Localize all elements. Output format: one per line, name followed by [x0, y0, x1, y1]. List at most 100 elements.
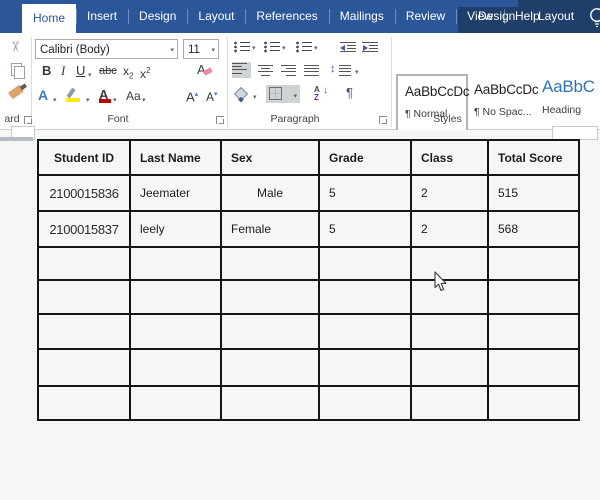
chevron-down-icon[interactable]: ▾ — [252, 42, 256, 56]
chevron-down-icon[interactable]: ▾ — [88, 69, 92, 83]
font-name-combobox[interactable]: Calibri (Body) ▾ — [35, 39, 178, 59]
font-color-button[interactable]: A — [99, 88, 111, 103]
font-dialog-launcher[interactable] — [216, 116, 224, 124]
table-cell[interactable]: 2 — [410, 174, 489, 212]
table-cell[interactable] — [220, 246, 320, 281]
table-cell[interactable] — [410, 348, 489, 387]
table-cell[interactable] — [410, 313, 489, 350]
underline-button[interactable]: U — [76, 64, 85, 78]
table-cell[interactable] — [318, 348, 412, 387]
table-cell[interactable] — [487, 279, 580, 315]
style-normal[interactable]: AaBbCcDc ¶ Normal — [396, 74, 470, 137]
table-cell[interactable]: 2100015837 — [37, 210, 131, 248]
tab-insert[interactable]: Insert — [76, 0, 129, 33]
clear-formatting-button[interactable]: A — [197, 63, 213, 77]
align-right-button[interactable] — [281, 64, 296, 76]
document-canvas[interactable]: Student ID Last Name Sex Grade Class Tot… — [0, 126, 600, 500]
chevron-down-icon[interactable]: ▾ — [142, 94, 146, 108]
text-effects-button[interactable]: A — [38, 88, 48, 102]
tab-table-design[interactable]: Design — [478, 0, 515, 33]
align-left-button[interactable] — [232, 62, 251, 78]
tab-layout[interactable]: Layout — [187, 0, 246, 33]
chevron-down-icon[interactable]: ▾ — [170, 41, 174, 58]
table-cell[interactable] — [129, 348, 222, 387]
header-cell[interactable]: Grade — [318, 139, 412, 176]
tab-home[interactable]: Home — [22, 4, 77, 33]
table-cell[interactable] — [410, 279, 489, 315]
table-cell[interactable] — [220, 279, 320, 315]
style-heading[interactable]: AaBbC Heading — [542, 77, 600, 116]
header-cell[interactable]: Total Score — [487, 139, 580, 176]
lightbulb-icon[interactable] — [586, 5, 600, 29]
table-cell[interactable] — [318, 385, 412, 421]
table-cell[interactable] — [220, 313, 320, 350]
bold-button[interactable]: B — [42, 64, 51, 78]
chevron-down-icon[interactable]: ▾ — [253, 91, 257, 105]
table-cell[interactable] — [129, 313, 222, 350]
align-center-button[interactable] — [258, 64, 273, 76]
table-cell[interactable] — [129, 385, 222, 421]
increase-indent-icon[interactable] — [362, 41, 378, 53]
table-cell[interactable]: 5 — [318, 174, 412, 212]
table-cell[interactable]: 5 — [318, 210, 412, 248]
table-cell[interactable] — [487, 313, 580, 350]
chevron-down-icon[interactable]: ▾ — [113, 94, 117, 108]
numbering-icon[interactable] — [264, 41, 280, 53]
header-cell[interactable]: Class — [410, 139, 489, 176]
table-cell[interactable] — [487, 246, 580, 281]
font-size-combobox[interactable]: 11 ▾ — [183, 39, 219, 59]
table-cell[interactable]: Male — [220, 174, 320, 212]
chevron-down-icon[interactable]: ▾ — [293, 90, 297, 104]
chevron-down-icon[interactable]: ▾ — [282, 42, 286, 56]
table-cell[interactable] — [37, 246, 131, 281]
paragraph-dialog-launcher[interactable] — [379, 116, 387, 124]
table-cell[interactable] — [37, 348, 131, 387]
table-cell[interactable] — [37, 313, 131, 350]
sort-button[interactable]: A Z ↓ — [314, 86, 328, 102]
tab-references[interactable]: References — [245, 0, 329, 33]
table-cell[interactable] — [487, 385, 580, 421]
superscript-button[interactable]: x2 — [140, 64, 150, 81]
table-cell[interactable] — [220, 348, 320, 387]
table-cell[interactable] — [410, 246, 489, 281]
tab-review[interactable]: Review — [394, 0, 457, 33]
bullets-icon[interactable] — [234, 41, 250, 53]
table-cell[interactable] — [487, 348, 580, 387]
subscript-button[interactable]: x2 — [123, 64, 133, 83]
header-cell[interactable]: Last Name — [129, 139, 222, 176]
table-cell[interactable]: leely — [129, 210, 222, 248]
table-cell[interactable]: Female — [220, 210, 320, 248]
table-cell[interactable] — [220, 385, 320, 421]
grow-font-button[interactable]: A▴ — [186, 88, 198, 104]
shrink-font-button[interactable]: A▾ — [206, 88, 218, 104]
decrease-indent-icon[interactable] — [340, 41, 356, 53]
chevron-down-icon[interactable]: ▾ — [86, 94, 90, 108]
italic-button[interactable]: I — [61, 64, 65, 78]
multilevel-list-icon[interactable] — [296, 41, 312, 53]
shading-button[interactable] — [233, 86, 250, 102]
table-cell[interactable] — [318, 279, 412, 315]
text-highlight-button[interactable] — [66, 87, 82, 102]
header-cell[interactable]: Sex — [220, 139, 320, 176]
table-cell[interactable] — [410, 385, 489, 421]
line-spacing-button[interactable]: ↕ — [330, 62, 336, 76]
format-painter-icon[interactable] — [7, 84, 25, 100]
table-cell[interactable]: 568 — [487, 210, 580, 248]
chevron-down-icon[interactable]: ▾ — [211, 41, 215, 58]
chevron-down-icon[interactable]: ▾ — [355, 66, 359, 80]
table-cell[interactable] — [129, 246, 222, 281]
table-cell[interactable] — [37, 385, 131, 421]
tab-mailings[interactable]: Mailings — [328, 0, 395, 33]
table-cell[interactable] — [318, 313, 412, 350]
table-cell[interactable] — [37, 279, 131, 315]
clipboard-dialog-launcher[interactable] — [24, 116, 32, 124]
chevron-down-icon[interactable]: ▾ — [53, 94, 57, 108]
show-hide-pilcrow-button[interactable]: ¶ — [346, 86, 353, 100]
tab-design[interactable]: Design — [128, 0, 188, 33]
copy-icon[interactable] — [11, 63, 25, 79]
table-cell[interactable]: 515 — [487, 174, 580, 212]
tab-table-layout[interactable]: Layout — [538, 0, 574, 33]
table-cell[interactable]: 2 — [410, 210, 489, 248]
table-cell[interactable] — [318, 246, 412, 281]
change-case-button[interactable]: Aa — [126, 89, 141, 103]
